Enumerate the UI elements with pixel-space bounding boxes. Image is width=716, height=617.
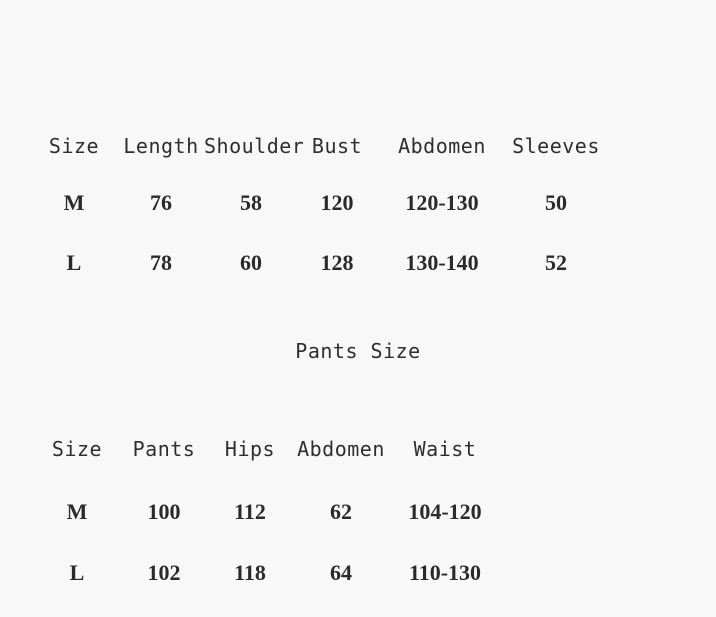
pants-cell-waist: 110-130 bbox=[408, 560, 482, 585]
top-cell-shoulder: 60 bbox=[240, 250, 262, 275]
top-cell-abdomen: 130-140 bbox=[405, 250, 479, 275]
pants-header-abdomen: Abdomen bbox=[297, 437, 385, 461]
table-row: M 100 112 62 104-120 bbox=[0, 499, 716, 525]
pants-cell-hips: 118 bbox=[234, 560, 266, 585]
top-header-sleeves: Sleeves bbox=[512, 134, 600, 158]
top-cell-bust: 120 bbox=[320, 190, 354, 215]
top-table-header-row: Size Length Shoulder Bust Abdomen Sleeve… bbox=[0, 134, 716, 158]
top-cell-bust: 128 bbox=[320, 250, 354, 275]
size-chart: Size Length Shoulder Bust Abdomen Sleeve… bbox=[0, 0, 716, 617]
top-cell-size: M bbox=[63, 190, 85, 215]
top-header-abdomen: Abdomen bbox=[398, 134, 486, 158]
pants-size-title: Pants Size bbox=[295, 339, 421, 363]
pants-cell-pants: 102 bbox=[147, 560, 181, 585]
table-row: L 102 118 64 110-130 bbox=[0, 560, 716, 586]
top-header-length: Length bbox=[123, 134, 199, 158]
pants-header-hips: Hips bbox=[224, 437, 276, 461]
pants-header-size: Size bbox=[51, 437, 103, 461]
pants-cell-size: M bbox=[66, 499, 88, 524]
pants-cell-abdomen: 62 bbox=[330, 499, 352, 524]
top-cell-abdomen: 120-130 bbox=[405, 190, 479, 215]
top-header-size: Size bbox=[48, 134, 100, 158]
top-cell-sleeves: 52 bbox=[545, 250, 567, 275]
pants-cell-abdomen: 64 bbox=[330, 560, 352, 585]
pants-table-header-row: Size Pants Hips Abdomen Waist bbox=[0, 437, 716, 461]
top-cell-sleeves: 50 bbox=[545, 190, 567, 215]
table-row: M 76 58 120 120-130 50 bbox=[0, 190, 716, 216]
pants-cell-hips: 112 bbox=[234, 499, 266, 524]
pants-header-waist: Waist bbox=[413, 437, 477, 461]
pants-cell-size: L bbox=[69, 560, 85, 585]
top-cell-shoulder: 58 bbox=[240, 190, 262, 215]
pants-header-pants: Pants bbox=[132, 437, 196, 461]
top-cell-length: 76 bbox=[150, 190, 172, 215]
top-header-shoulder: Shoulder bbox=[204, 134, 305, 158]
top-header-bust: Bust bbox=[311, 134, 363, 158]
pants-cell-waist: 104-120 bbox=[408, 499, 482, 524]
table-row: L 78 60 128 130-140 52 bbox=[0, 250, 716, 276]
pants-cell-pants: 100 bbox=[147, 499, 181, 524]
top-cell-length: 78 bbox=[150, 250, 172, 275]
top-cell-size: L bbox=[66, 250, 82, 275]
